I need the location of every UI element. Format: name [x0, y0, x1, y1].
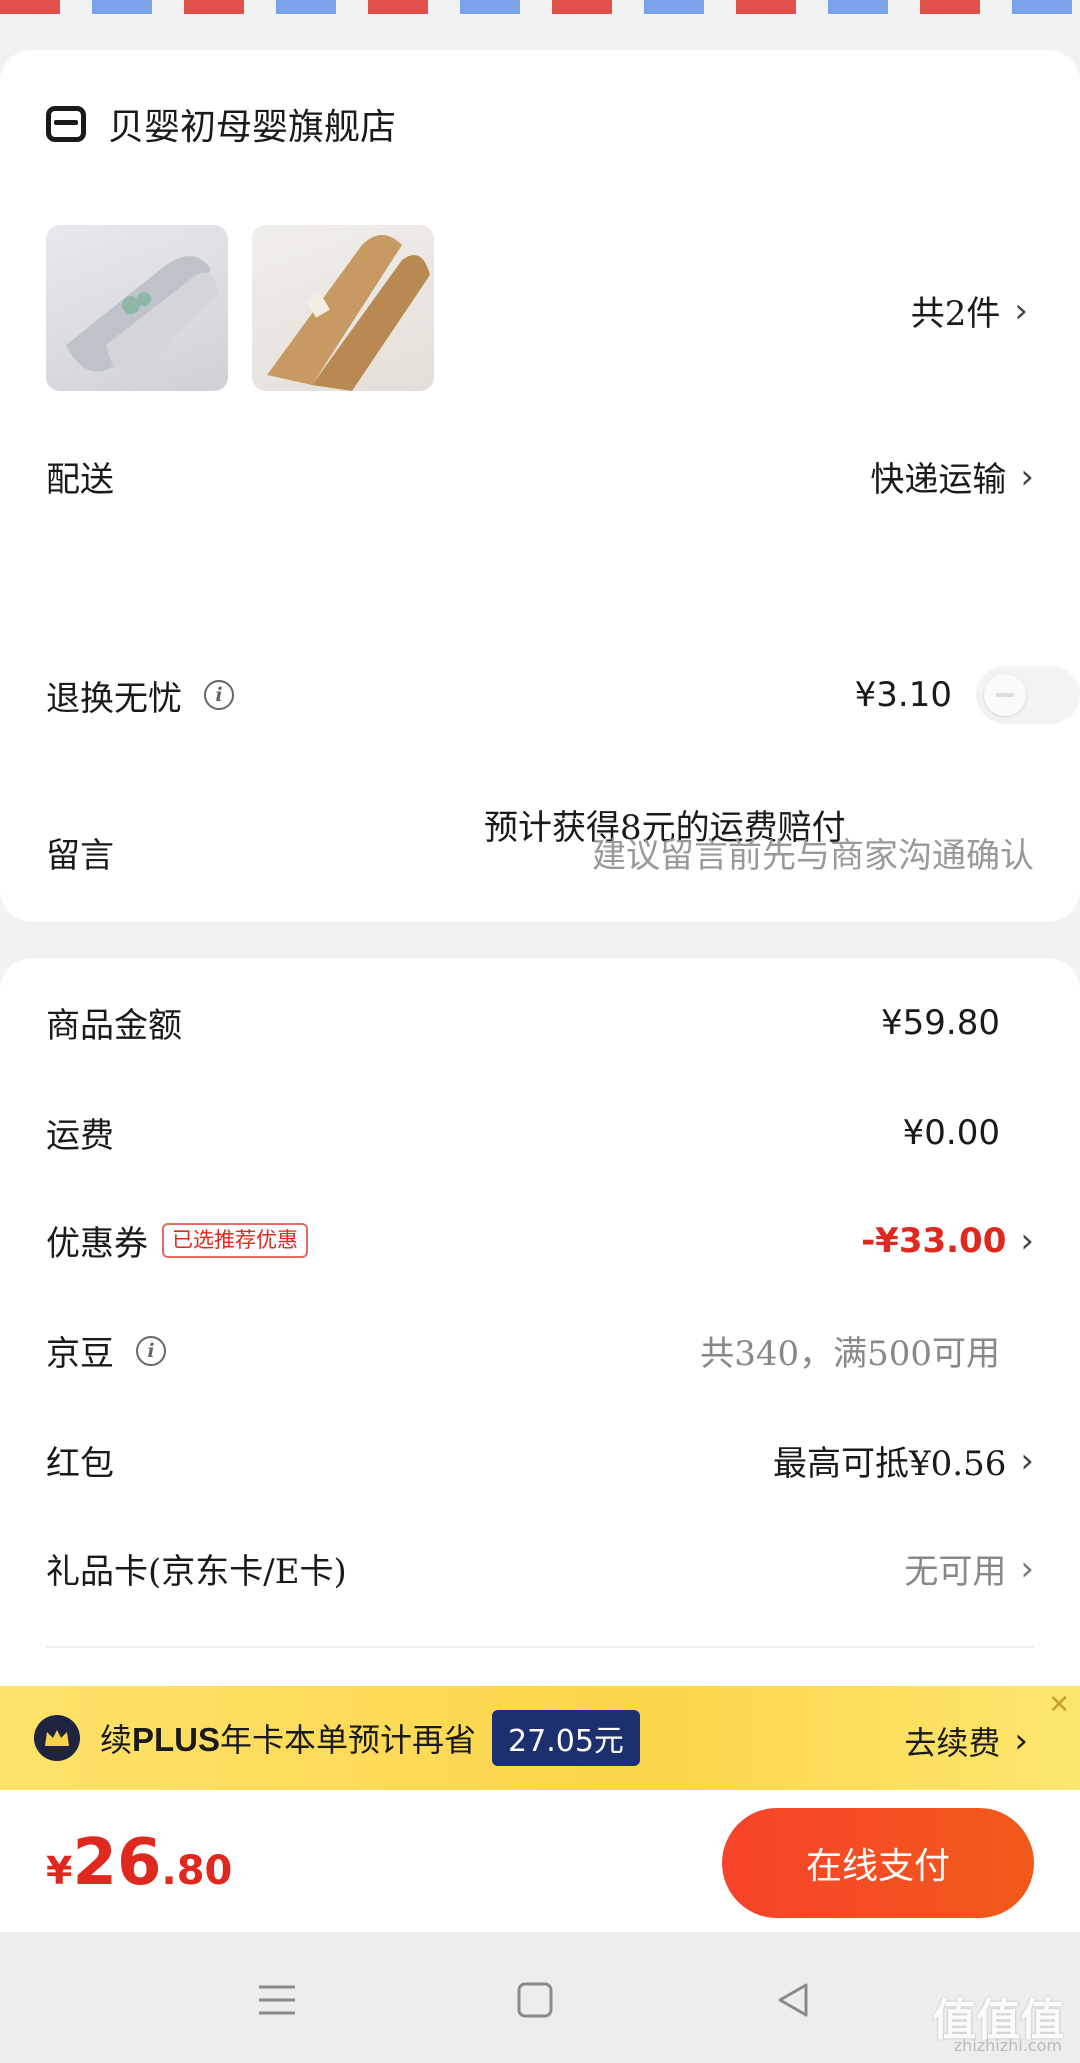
coupon-badge: 已选推荐优惠 [162, 1223, 308, 1258]
chevron-right-icon: › [1020, 1440, 1034, 1481]
chevron-right-icon: › [1014, 290, 1028, 331]
goods-amount-value: ¥59.80 [881, 1002, 1000, 1043]
shipping-row: 运费 ¥0.00 [46, 1108, 1034, 1157]
goods-amount-row: 商品金额 ¥59.80 [46, 998, 1034, 1047]
return-insurance-price: ¥3.10 [854, 675, 952, 715]
chevron-right-icon: › [1020, 1548, 1034, 1589]
total-decimal: .80 [161, 1848, 233, 1894]
chevron-right-icon: › [1020, 1220, 1034, 1261]
store-header[interactable]: 贝婴初母婴旗舰店 [46, 94, 396, 154]
return-insurance-toggle[interactable] [976, 666, 1080, 724]
red-packet-label: 红包 [46, 1444, 114, 1484]
order-total: ¥ 26 .80 [46, 1826, 232, 1900]
coupon-label: 优惠券 [46, 1224, 148, 1264]
red-packet-value: 最高可抵¥0.56 [773, 1444, 1007, 1484]
price-summary-card: 商品金额 ¥59.80 运费 ¥0.00 优惠券 已选推荐优惠 -¥33.00 … [0, 958, 1080, 1718]
plus-renew-link[interactable]: 去续费 › [904, 1718, 1028, 1764]
currency-symbol: ¥ [46, 1849, 73, 1893]
system-nav-bar: 值值值 zhizhizhi.com [0, 1932, 1080, 2063]
gift-card-label: 礼品卡(京东卡/E卡) [46, 1552, 347, 1592]
chevron-right-icon: › [1014, 1721, 1028, 1761]
watermark-url: zhizhizhi.com [953, 2036, 1062, 2055]
jd-beans-row: 京豆 i 共340，满500可用 [46, 1326, 1034, 1375]
item-count-link[interactable]: 共2件 › [911, 286, 1028, 335]
menu-icon[interactable] [254, 1977, 300, 2023]
return-insurance-label: 退换无忧 [46, 678, 182, 719]
return-insurance-row: 退换无忧 i ¥3.10 [46, 666, 1080, 724]
goods-amount-label: 商品金额 [46, 1006, 182, 1046]
delivery-label: 配送 [46, 460, 114, 500]
plus-brand: PLUS [132, 1721, 221, 1758]
back-icon[interactable] [770, 1977, 816, 2023]
plus-banner[interactable]: 续PLUS年卡本单预计再省 27.05元 去续费 › ✕ [0, 1686, 1080, 1790]
product-thumbnail[interactable] [46, 225, 228, 391]
gift-card-value: 无可用 [904, 1552, 1007, 1592]
message-label: 留言 [46, 836, 114, 876]
product-thumbnail[interactable] [252, 225, 434, 391]
airmail-border [0, 0, 1080, 14]
chevron-right-icon: › [1020, 456, 1034, 497]
jd-beans-value: 共340，满500可用 [700, 1334, 1000, 1374]
info-icon[interactable]: i [204, 680, 234, 710]
total-integer: 26 [72, 1826, 162, 1900]
payment-bar: ¥ 26 .80 在线支付 [0, 1790, 1080, 1932]
gift-card-row[interactable]: 礼品卡(京东卡/E卡) 无可用 › [46, 1544, 1034, 1593]
message-input[interactable]: 建议留言前先与商家沟通确认 [592, 828, 1034, 877]
message-row[interactable]: 留言 建议留言前先与商家沟通确认 [46, 828, 1034, 877]
shipping-label: 运费 [46, 1116, 114, 1156]
item-count: 共2件 [910, 294, 1001, 334]
store-name: 贝婴初母婴旗舰店 [108, 107, 397, 148]
coupon-value: -¥33.00 [861, 1220, 1007, 1261]
order-card: 贝婴初母婴旗舰店 共2件 › 配送 快递运输 › 退换无忧 i ¥3.10 预计… [0, 50, 1080, 922]
delivery-value: 快递运输 [870, 460, 1007, 500]
divider [46, 1646, 1034, 1648]
shipping-value: ¥0.00 [902, 1112, 1000, 1153]
plus-banner-text: 续PLUS年卡本单预计再省 [100, 1721, 477, 1759]
store-icon [46, 106, 86, 142]
red-packet-row[interactable]: 红包 最高可抵¥0.56 › [46, 1436, 1034, 1485]
delivery-row[interactable]: 配送 快递运输 › [46, 452, 1034, 501]
close-icon[interactable]: ✕ [1048, 1690, 1070, 1720]
coupon-row[interactable]: 优惠券 已选推荐优惠 -¥33.00 › [46, 1216, 1034, 1265]
pay-online-button[interactable]: 在线支付 [722, 1808, 1034, 1918]
plus-savings-amount: 27.05元 [492, 1710, 640, 1766]
home-icon[interactable] [512, 1977, 558, 2023]
jd-beans-label: 京豆 [46, 1334, 114, 1374]
info-icon[interactable]: i [136, 1335, 166, 1366]
plus-crown-icon [34, 1715, 80, 1761]
